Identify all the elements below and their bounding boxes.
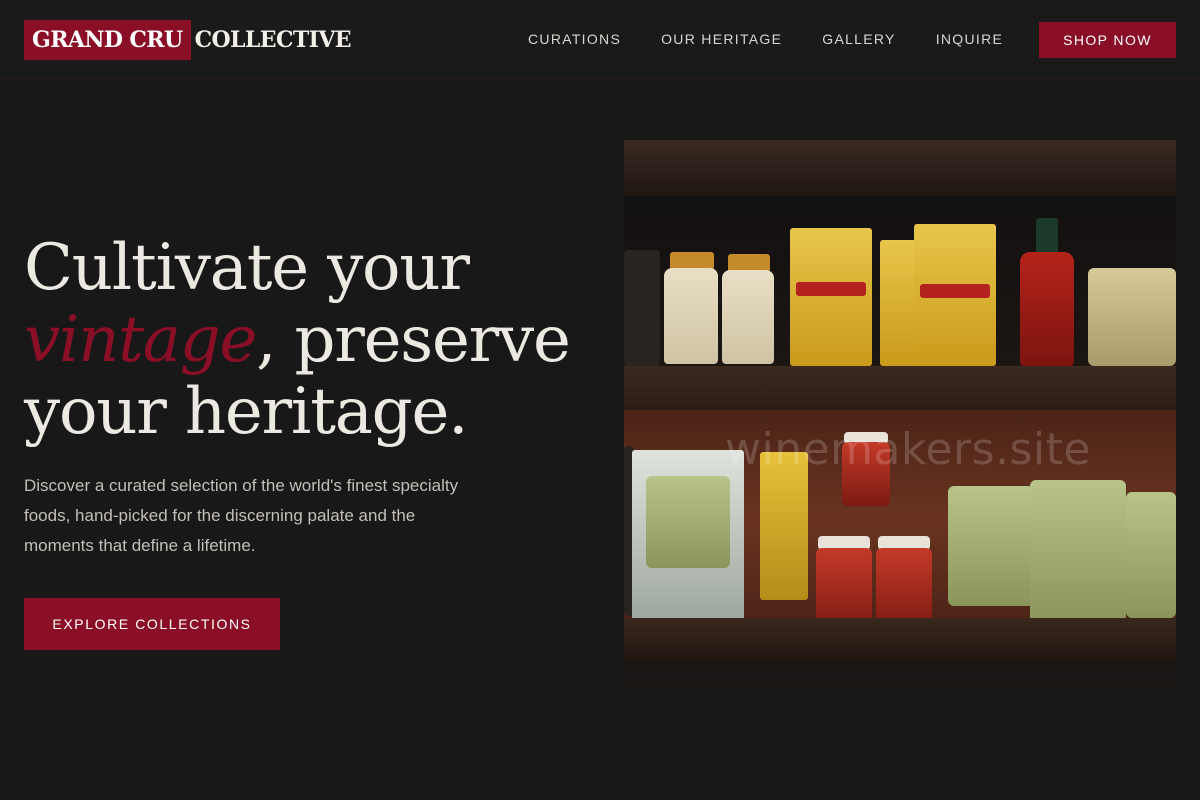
- explore-collections-button[interactable]: EXPLORE COLLECTIONS: [24, 598, 280, 650]
- pasta-bundle: [1030, 480, 1126, 622]
- shop-now-button[interactable]: SHOP NOW: [1039, 22, 1176, 58]
- pasta-bundle: [1126, 492, 1176, 618]
- image-watermark: winemakers.site: [725, 424, 1091, 475]
- pasta-bundle: [948, 486, 1034, 606]
- dried-pasta-bag: [1088, 268, 1176, 366]
- white-sauce-jar: [722, 270, 774, 364]
- hero-title: Cultivate your vintage, preserve your he…: [24, 232, 604, 448]
- polenta-label: [920, 284, 990, 298]
- nav-link-gallery[interactable]: GALLERY: [822, 31, 895, 47]
- upper-shelf-board: [624, 366, 1176, 410]
- hero-title-line-2-rest: , preserve: [256, 303, 571, 377]
- green-pasta: [646, 476, 730, 568]
- site-header: GRAND CRU COLLECTIVE CURATIONS OUR HERIT…: [0, 0, 1200, 80]
- hero-title-line-2: vintage, preserve: [24, 304, 604, 376]
- hero-title-line-1: Cultivate your: [24, 231, 470, 305]
- shelf-frame: [624, 140, 1176, 196]
- image-fade: [624, 660, 1176, 740]
- polenta-bag: [790, 228, 872, 366]
- hero-image-pantry-shelves: winemakers.site: [624, 140, 1176, 740]
- logo-text: COLLECTIVE: [194, 27, 352, 53]
- logo-mark: GRAND CRU: [24, 20, 191, 60]
- pasta-jar-partial: [624, 250, 660, 366]
- hero-title-accent: vintage: [24, 303, 257, 377]
- nav-link-our-heritage[interactable]: OUR HERITAGE: [661, 31, 782, 47]
- lower-shelf-board: [624, 618, 1176, 660]
- white-sauce-jar: [664, 268, 718, 364]
- nav-link-curations[interactable]: CURATIONS: [528, 31, 621, 47]
- hero-description: Discover a curated selection of the worl…: [24, 476, 459, 555]
- main-nav: CURATIONS OUR HERITAGE GALLERY INQUIRE: [520, 28, 1043, 50]
- polenta-label: [796, 282, 866, 296]
- tomato-sauce-bottle: [1020, 252, 1074, 366]
- brand-logo[interactable]: GRAND CRU COLLECTIVE: [24, 20, 352, 60]
- nav-link-inquire[interactable]: INQUIRE: [936, 31, 1003, 47]
- hero-title-line-3: your heritage.: [24, 375, 468, 449]
